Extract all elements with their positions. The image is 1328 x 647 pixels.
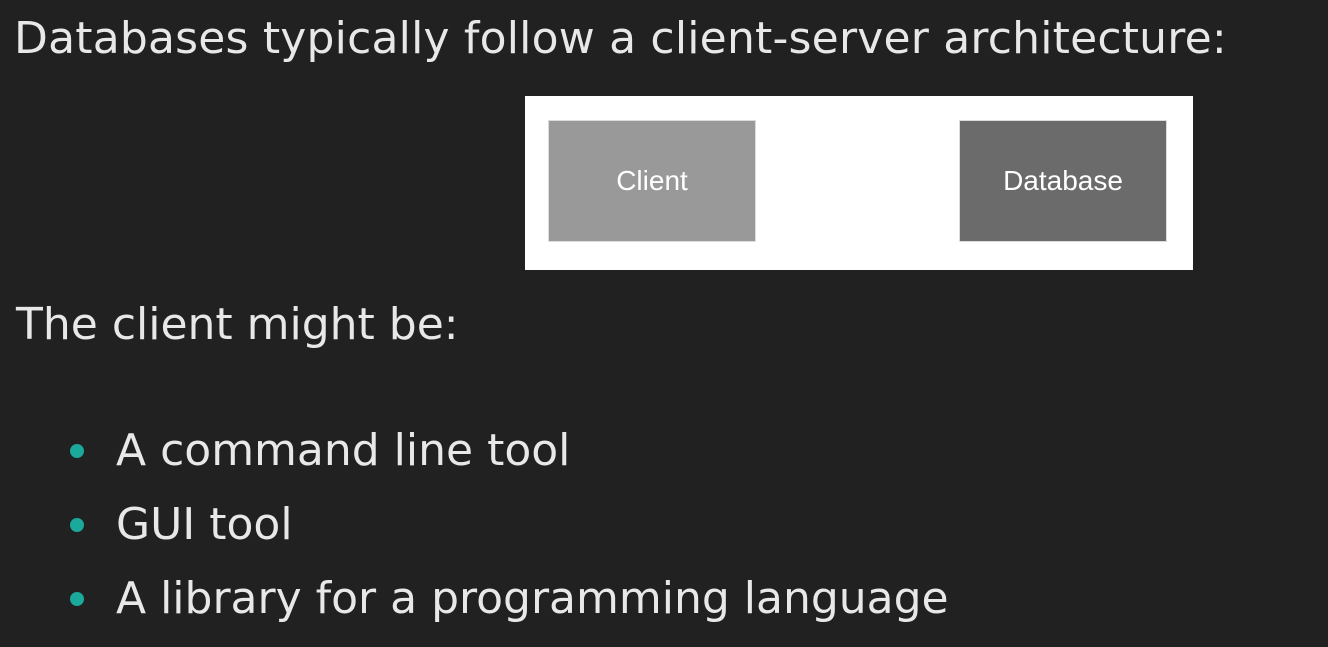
bullet-list: A command line tool GUI tool A library f… xyxy=(0,420,949,642)
list-item: A library for a programming language xyxy=(0,568,949,642)
client-box: Client xyxy=(548,120,756,242)
list-item-label: A command line tool xyxy=(116,425,571,476)
database-box: Database xyxy=(959,120,1167,242)
subheading: The client might be: xyxy=(16,299,459,350)
client-box-label: Client xyxy=(616,165,688,196)
list-item: A command line tool xyxy=(0,420,949,494)
bullet-dot-icon xyxy=(70,444,84,458)
slide: Databases typically follow a client-serv… xyxy=(0,0,1328,647)
bullet-dot-icon xyxy=(70,592,84,606)
list-item-label: A library for a programming language xyxy=(116,573,949,624)
list-item-label: GUI tool xyxy=(116,499,293,550)
client-server-diagram: Client Database xyxy=(525,96,1193,270)
intro-text: Databases typically follow a client-serv… xyxy=(14,13,1227,64)
bullet-dot-icon xyxy=(70,518,84,532)
list-item: GUI tool xyxy=(0,494,949,568)
database-box-label: Database xyxy=(1003,165,1123,196)
